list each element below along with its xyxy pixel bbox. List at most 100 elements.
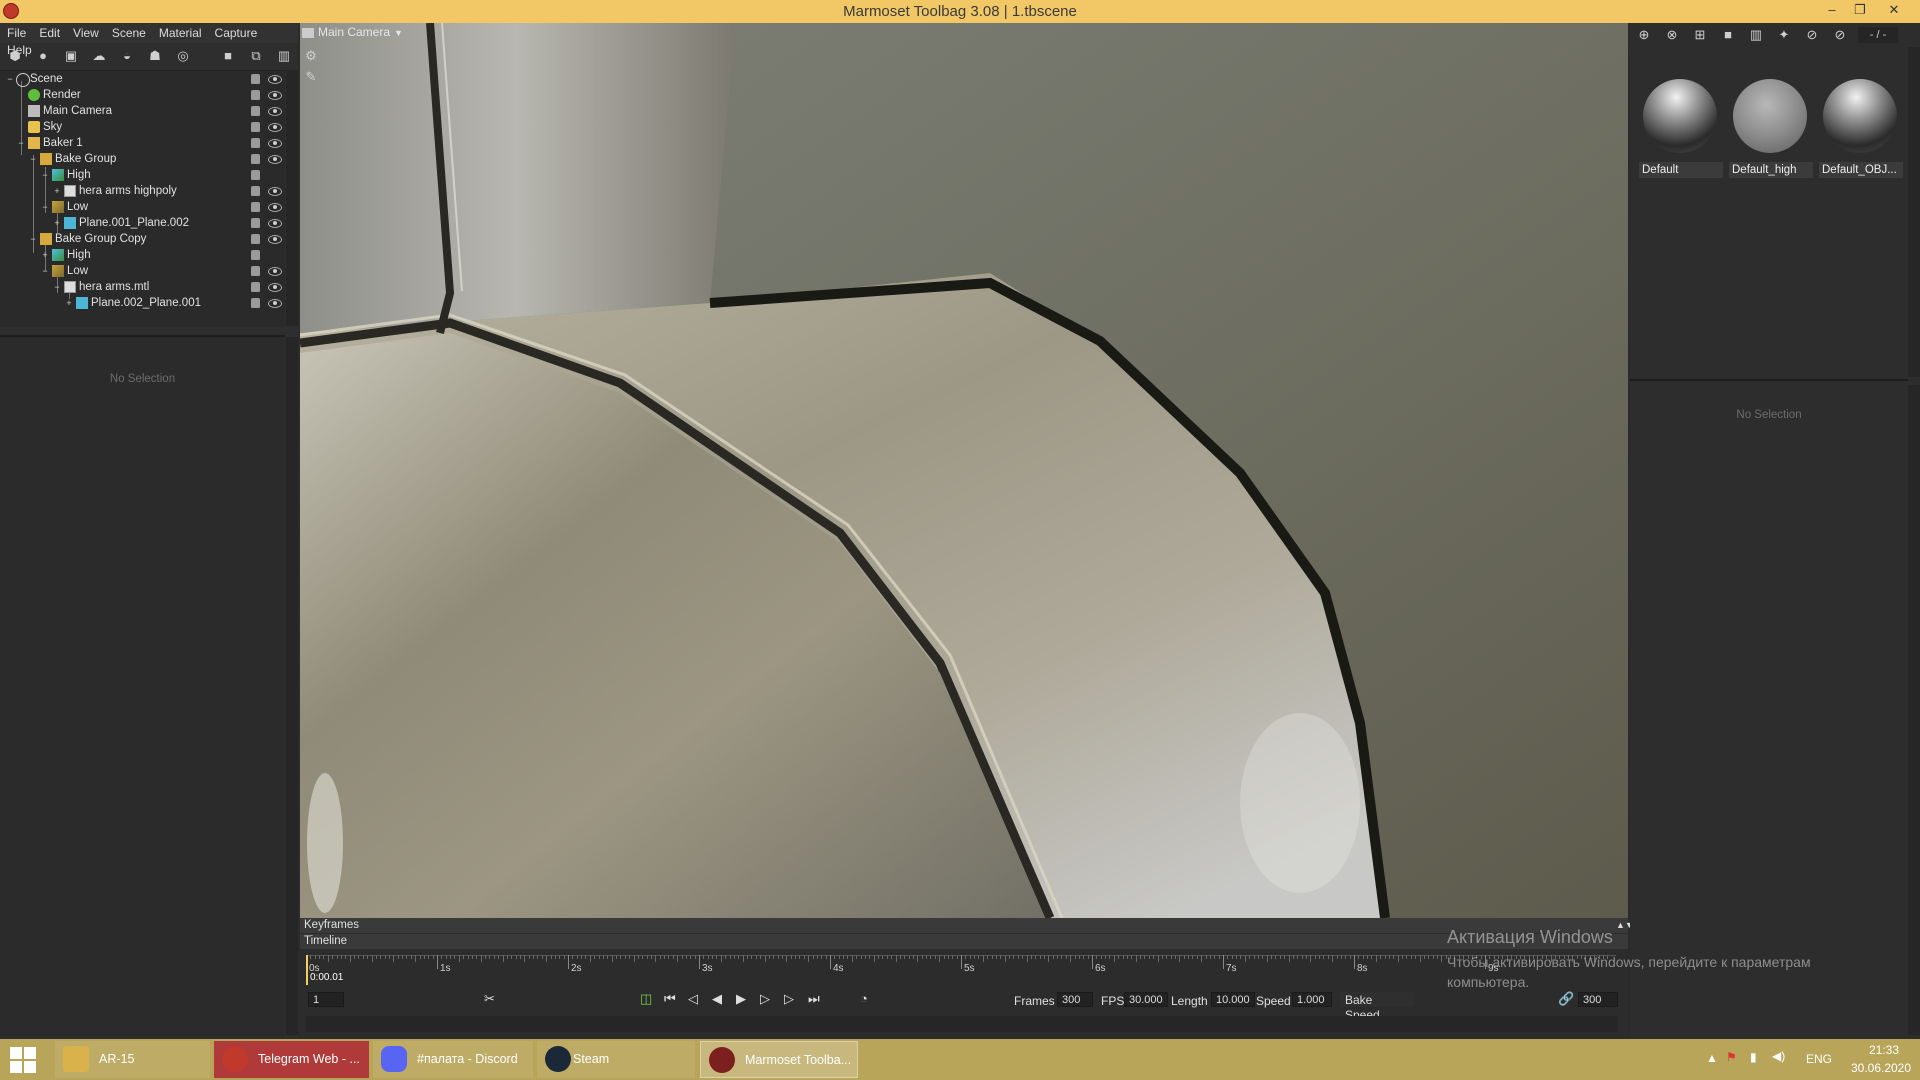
outliner-item-scene[interactable]: − Scene bbox=[0, 71, 285, 87]
outliner-item-baker-1[interactable]: − Baker 1 bbox=[0, 135, 285, 151]
first-frame-icon[interactable]: ⏮ bbox=[664, 991, 676, 1007]
lock-icon[interactable] bbox=[251, 154, 260, 164]
camera-selector[interactable]: Main Camera ▼ bbox=[302, 25, 403, 43]
link-material-icon[interactable]: ⊗ bbox=[1664, 27, 1680, 43]
outliner-item-low-copy[interactable]: − Low bbox=[0, 263, 285, 279]
link-icon[interactable]: 🔗 bbox=[1558, 991, 1574, 1007]
minimize-button[interactable]: – bbox=[1818, 0, 1846, 20]
eye-icon[interactable] bbox=[268, 299, 282, 308]
taskbar-app-discord[interactable]: #палата - Discord bbox=[373, 1041, 533, 1078]
gear-icon[interactable]: ⚙ bbox=[303, 48, 319, 64]
outliner-item-low[interactable]: − Low bbox=[0, 199, 285, 215]
material-properties-scrollbar[interactable] bbox=[1908, 385, 1920, 1035]
taskbar-app-ar15[interactable]: AR-15 bbox=[55, 1041, 210, 1078]
outliner-item-main-camera[interactable]: Main Camera bbox=[0, 103, 285, 119]
materials-scrollbar[interactable] bbox=[1908, 47, 1920, 377]
menu-edit[interactable]: Edit bbox=[32, 23, 66, 40]
baker-icon[interactable]: ☗ bbox=[147, 48, 163, 64]
playhead[interactable] bbox=[306, 955, 308, 985]
lock-icon[interactable] bbox=[251, 170, 260, 180]
camera-icon[interactable]: ▣ bbox=[63, 48, 79, 64]
add-material-icon[interactable]: ⊕ bbox=[1636, 27, 1652, 43]
eye-icon[interactable] bbox=[268, 235, 282, 244]
eye-icon[interactable] bbox=[268, 107, 282, 116]
menu-file[interactable]: File bbox=[0, 23, 32, 40]
lock-icon[interactable] bbox=[251, 90, 260, 100]
lock-icon[interactable] bbox=[251, 106, 260, 116]
shadow-catcher-icon[interactable]: ◒ bbox=[119, 48, 135, 64]
outliner-item-hera-arms-mtl[interactable]: − hera arms.mtl bbox=[0, 279, 285, 295]
lock-icon[interactable] bbox=[251, 282, 260, 292]
material-page-field[interactable]: - / - bbox=[1858, 27, 1898, 43]
outliner-item-render[interactable]: Render bbox=[0, 87, 285, 103]
eye-icon[interactable] bbox=[268, 75, 282, 84]
speedometer-icon[interactable]: ◔ bbox=[860, 991, 868, 1007]
keyframes-header[interactable]: Keyframes bbox=[300, 918, 1628, 933]
fog-icon[interactable]: ◎ bbox=[175, 48, 191, 64]
outliner-scrollbar[interactable] bbox=[286, 70, 298, 326]
eye-icon[interactable] bbox=[268, 139, 282, 148]
menu-view[interactable]: View bbox=[66, 23, 105, 40]
outliner-item-high-copy[interactable]: + High bbox=[0, 247, 285, 263]
lock-icon[interactable] bbox=[251, 266, 260, 276]
lock-icon[interactable] bbox=[251, 74, 260, 84]
unassign-icon[interactable]: ⊘ bbox=[1832, 27, 1848, 43]
timeline-track[interactable] bbox=[306, 1016, 1618, 1032]
delete-icon[interactable]: ▥ bbox=[1748, 27, 1764, 43]
network-error-icon[interactable]: ⚑ bbox=[1726, 1050, 1737, 1064]
menu-material[interactable]: Material bbox=[152, 23, 208, 40]
eye-icon[interactable] bbox=[268, 283, 282, 292]
menu-scene[interactable]: Scene bbox=[105, 23, 152, 40]
material-default[interactable]: Default bbox=[1635, 79, 1723, 179]
next-frame-icon[interactable]: ▷ bbox=[760, 991, 770, 1007]
outliner-item-high[interactable]: − High bbox=[0, 167, 285, 183]
eye-icon[interactable] bbox=[268, 91, 282, 100]
close-button[interactable]: ✕ bbox=[1880, 0, 1908, 20]
brush-icon[interactable]: ✎ bbox=[303, 69, 319, 85]
frames-field[interactable]: 300 bbox=[1057, 992, 1093, 1007]
tray-expand-icon[interactable]: ▲ bbox=[1706, 1051, 1718, 1065]
viewport[interactable] bbox=[300, 23, 1628, 918]
outliner-item-sky[interactable]: Sky bbox=[0, 119, 285, 135]
current-frame-field[interactable]: 1 bbox=[308, 992, 344, 1007]
timeline-ruler[interactable]: 0s 1s 2s 3s 4s 5s 6s 7s 8s 9s 0:00.01 bbox=[306, 955, 1616, 985]
outliner-item-plane-002-plane-001[interactable]: + Plane.002_Plane.001 bbox=[0, 295, 285, 311]
outliner-item-bake-group[interactable]: − Bake Group bbox=[0, 151, 285, 167]
lock-icon[interactable] bbox=[251, 122, 260, 132]
clock-time[interactable]: 21:33 bbox=[1858, 1043, 1910, 1057]
volume-icon[interactable]: ◀) bbox=[1772, 1049, 1785, 1063]
taskbar-app-telegram[interactable]: Telegram Web - ... bbox=[214, 1041, 369, 1078]
delete-icon[interactable]: ▥ bbox=[276, 48, 292, 64]
lock-icon[interactable] bbox=[251, 234, 260, 244]
lock-icon[interactable] bbox=[251, 298, 260, 308]
restore-button[interactable]: ❐ bbox=[1846, 0, 1874, 20]
loop-icon[interactable]: ◫ bbox=[640, 991, 652, 1007]
scissors-icon[interactable]: ✂ bbox=[484, 991, 495, 1007]
properties-scrollbar[interactable] bbox=[286, 337, 298, 1035]
material-default-obj[interactable]: Default_OBJ... bbox=[1815, 79, 1903, 179]
speed-field[interactable]: 1.000 bbox=[1292, 992, 1332, 1007]
prev-key-icon[interactable]: ◁ bbox=[688, 991, 698, 1007]
lock-icon[interactable] bbox=[251, 138, 260, 148]
light-icon[interactable]: ● bbox=[35, 48, 51, 64]
checker-icon[interactable]: ⊞ bbox=[1692, 27, 1708, 43]
eye-icon[interactable] bbox=[268, 123, 282, 132]
picker-icon[interactable]: ✦ bbox=[1776, 27, 1792, 43]
lock-icon[interactable] bbox=[251, 250, 260, 260]
signal-icon[interactable]: ▮ bbox=[1750, 1050, 1757, 1064]
outliner-item-bake-group-copy[interactable]: − Bake Group Copy bbox=[0, 231, 285, 247]
eye-icon[interactable] bbox=[268, 187, 282, 196]
end-frame-field[interactable]: 300 bbox=[1578, 992, 1618, 1007]
assign-icon[interactable]: ⊘ bbox=[1804, 27, 1820, 43]
eye-icon[interactable] bbox=[268, 203, 282, 212]
timeline-header[interactable]: Timeline bbox=[300, 934, 1628, 949]
language-indicator[interactable]: ENG bbox=[1806, 1052, 1832, 1066]
fps-field[interactable]: 30.000 bbox=[1124, 992, 1168, 1007]
eye-icon[interactable] bbox=[268, 155, 282, 164]
outliner-item-hera-arms-highpoly[interactable]: + hera arms highpoly bbox=[0, 183, 285, 199]
add-object-icon[interactable]: ⬢ bbox=[7, 48, 23, 64]
play-icon[interactable]: ▶ bbox=[736, 991, 746, 1007]
menu-capture[interactable]: Capture bbox=[208, 23, 264, 40]
taskbar-app-steam[interactable]: Steam bbox=[537, 1041, 695, 1078]
sky-icon[interactable]: ☁ bbox=[91, 48, 107, 64]
